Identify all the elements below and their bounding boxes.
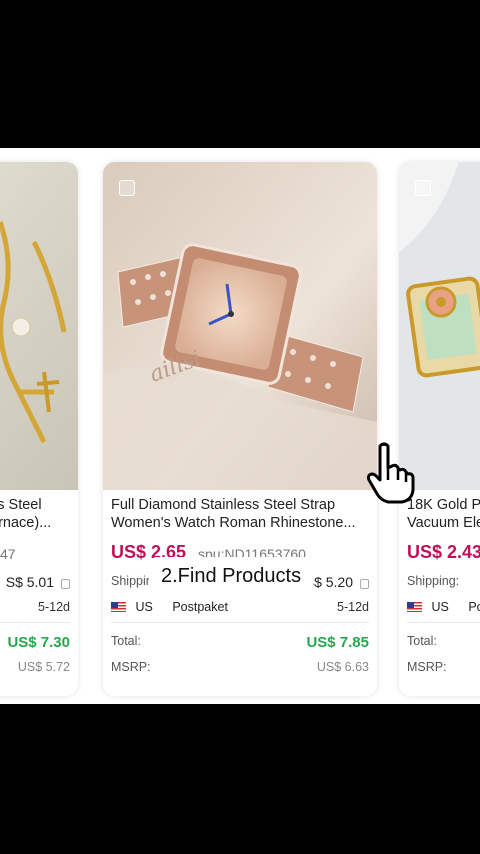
total-row: Total: bbox=[407, 634, 480, 648]
us-flag-icon bbox=[111, 602, 126, 612]
delivery-time: 5-12d bbox=[38, 600, 70, 614]
msrp-row: MSRP: US$ 6.63 bbox=[111, 660, 369, 674]
pointer-hand-icon bbox=[366, 442, 415, 504]
product-title[interactable]: ss Steel urnace)... bbox=[0, 496, 70, 534]
product-card-right[interactable]: 18K Gold P Vacuum Ele US$ 2.43 Shipping:… bbox=[399, 162, 480, 696]
total-label: Total: bbox=[407, 634, 437, 648]
msrp-row: MSRP: bbox=[407, 660, 480, 674]
msrp-price: US$ 5.72 bbox=[17, 660, 70, 674]
title-line-1: Full Diamond Stainless Steel Strap bbox=[111, 497, 336, 513]
carrier-country: US bbox=[431, 600, 449, 614]
title-line-1: ss Steel bbox=[0, 497, 42, 513]
divider bbox=[0, 622, 70, 623]
spu-code: 47 bbox=[0, 546, 16, 562]
msrp-price: US$ 6.63 bbox=[316, 660, 369, 674]
delivery-time: 5-12d bbox=[337, 600, 369, 614]
product-carousel: ss Steel urnace)... 47 S$ 5.01 5-12d US$… bbox=[0, 148, 480, 704]
us-flag-icon bbox=[407, 602, 422, 612]
title-line-2: urnace)... bbox=[0, 515, 52, 531]
total-row: Total: US$ 7.85 bbox=[111, 634, 369, 651]
title-line-1: 18K Gold P bbox=[407, 497, 480, 513]
title-line-2: Women's Watch Roman Rhinestone... bbox=[111, 515, 356, 531]
shipping-price: S$ 5.01 bbox=[5, 574, 54, 590]
msrp-label: MSRP: bbox=[111, 660, 151, 674]
copy-icon[interactable] bbox=[360, 578, 369, 589]
product-card-watch[interactable]: ailisi Full Diamond Stainless Steel Stra… bbox=[103, 162, 377, 696]
total-label: Total: bbox=[111, 634, 141, 648]
carrier-name: Post bbox=[468, 600, 480, 614]
msrp-label: MSRP: bbox=[407, 660, 447, 674]
total-price: US$ 7.85 bbox=[306, 634, 369, 651]
shipping-label: Shipping: bbox=[407, 574, 460, 588]
select-checkbox-icon[interactable] bbox=[119, 180, 135, 196]
product-card-left[interactable]: ss Steel urnace)... 47 S$ 5.01 5-12d US$… bbox=[0, 162, 78, 696]
carrier-row: US Post bbox=[407, 600, 480, 614]
product-image-brooch[interactable] bbox=[399, 162, 480, 490]
product-title[interactable]: Full Diamond Stainless Steel Strap Women… bbox=[111, 496, 369, 534]
divider bbox=[407, 622, 480, 623]
carrier-row: US Postpaket 5-12d bbox=[111, 600, 369, 614]
step-caption: 2.Find Products bbox=[149, 557, 314, 595]
title-line-2: Vacuum Ele bbox=[407, 515, 480, 531]
product-image-necklace[interactable] bbox=[0, 162, 78, 490]
divider bbox=[111, 622, 369, 623]
product-title[interactable]: 18K Gold P Vacuum Ele bbox=[407, 496, 480, 534]
product-price: US$ 2.43 bbox=[407, 542, 480, 562]
product-image-watch[interactable]: ailisi bbox=[103, 162, 377, 490]
select-checkbox-icon[interactable] bbox=[415, 180, 431, 196]
shipping-row: Shipping: bbox=[407, 574, 480, 588]
carrier-name: Postpaket bbox=[172, 600, 228, 614]
total-price: US$ 7.30 bbox=[7, 634, 70, 651]
carrier-country: US bbox=[135, 600, 153, 614]
copy-icon[interactable] bbox=[61, 578, 70, 589]
